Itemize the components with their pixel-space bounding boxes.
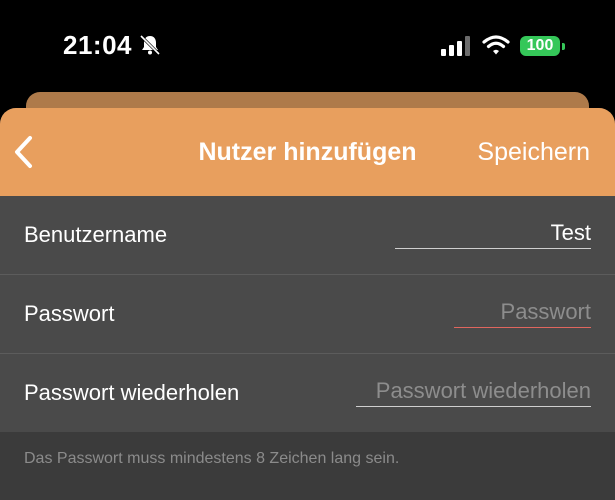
battery-level: 100: [520, 36, 560, 56]
password-repeat-field[interactable]: [356, 376, 591, 407]
status-bar: 21:04 100: [0, 0, 615, 92]
add-user-sheet: Nutzer hinzufügen Speichern Benutzername…: [0, 108, 615, 500]
username-row: Benutzername: [0, 196, 615, 275]
cellular-signal-icon: [441, 36, 470, 56]
password-hint: Das Passwort muss mindestens 8 Zeichen l…: [24, 450, 400, 467]
battery-icon: 100: [520, 36, 566, 56]
password-repeat-label: Passwort wiederholen: [24, 380, 240, 405]
username-label: Benutzername: [24, 222, 168, 247]
username-field[interactable]: [395, 218, 591, 249]
password-field[interactable]: [454, 297, 591, 328]
status-time: 21:04: [63, 30, 132, 60]
password-label: Passwort: [24, 301, 115, 326]
navigation-bar: Nutzer hinzufügen Speichern: [0, 108, 615, 196]
user-form: Benutzername Passwort Passwort wiederhol…: [0, 196, 615, 432]
password-repeat-row: Passwort wiederholen: [0, 354, 615, 432]
bell-slash-icon: [139, 34, 161, 56]
password-row: Passwort: [0, 275, 615, 354]
save-button[interactable]: Speichern: [477, 138, 590, 167]
wifi-icon: [482, 35, 510, 55]
